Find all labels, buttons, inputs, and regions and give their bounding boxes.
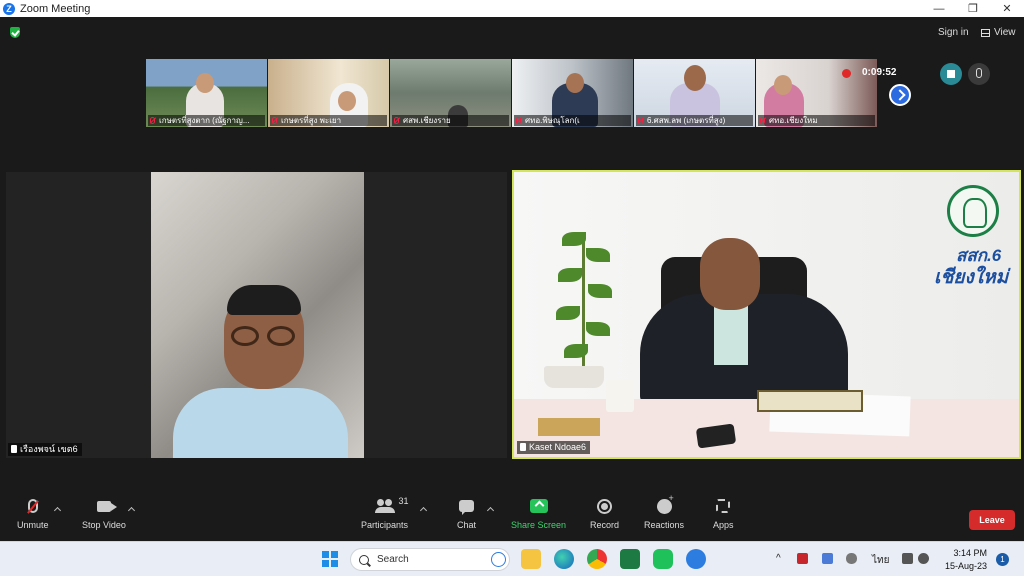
clock-time: 3:14 PM [953,548,988,558]
line-app-icon[interactable] [653,549,673,569]
organization-logo-text: เชียงใหม่ [934,267,1009,288]
participant-thumbnail[interactable]: ศทอ.เชียงใหม [756,59,877,127]
reactions-button[interactable]: Reactions [644,493,684,531]
search-icon [359,554,369,565]
participant-thumbnail[interactable]: เกษตรที่สูง พะเยา [268,59,389,127]
participant-name: 6.ศสพ.ลพ (เกษตรที่สูง) [636,115,753,126]
record-button[interactable]: Record [590,496,619,530]
participant-thumbnail[interactable]: ศทอ.พิษณุโลก(เ [512,59,633,127]
unmute-button[interactable]: Unmute [17,496,49,530]
organization-seal-icon [947,185,999,237]
windows-taskbar: Search ^ ไทย 3:14 PM 15-Aug-23 1 [0,541,1024,576]
chat-bubble-icon [459,500,474,515]
share-screen-icon [529,499,548,513]
chrome-browser-icon[interactable] [587,549,607,569]
muted-mic-icon [272,117,277,124]
participant-thumbnail[interactable]: ศสพ.เชียงราย [390,59,511,127]
apps-button[interactable]: Apps [713,496,734,530]
windows-start-icon[interactable] [322,551,338,567]
search-placeholder: Search [377,554,409,565]
muted-mic-icon [150,117,155,124]
video-tile-active-speaker[interactable]: สสก.6 เชียงใหม่ Kaset Ndoae6 [512,170,1021,459]
apps-icon [716,499,731,513]
grid-icon [981,28,990,37]
tray-app-icon[interactable] [797,553,808,564]
file-explorer-icon[interactable] [521,549,541,569]
muted-mic-icon [516,117,521,124]
video-options-chevron-icon[interactable] [127,506,136,515]
participants-icon [374,499,395,513]
system-clock[interactable]: 3:14 PM 15-Aug-23 [945,547,987,573]
excel-icon[interactable] [620,549,640,569]
bing-icon[interactable] [491,552,506,567]
stop-video-button[interactable]: Stop Video [82,496,126,530]
share-screen-button[interactable]: Share Screen [511,496,566,530]
muted-mic-icon [760,117,765,124]
tray-microphone-icon[interactable] [846,553,857,564]
recording-timer: 0:09:52 [862,67,897,78]
participant-name: ศทอ.พิษณุโลก(เ [514,115,631,126]
show-hidden-icons-chevron-icon[interactable]: ^ [776,553,781,564]
video-tile-left[interactable]: เรืองพจน์ เขต6 [6,172,507,458]
maximize-button[interactable]: ❐ [956,0,990,17]
muted-microphone-icon [27,499,38,513]
tray-security-icon[interactable] [822,553,833,564]
stop-recording-button[interactable] [940,63,962,85]
participant-name: เกษตรที่สูงตาก (ณัฐกาญ... [148,115,265,126]
network-icon[interactable] [902,553,913,564]
zoom-window: Z Zoom Meeting — ❐ ✕ Sign in View เกษตรท… [0,0,1024,576]
notification-badge[interactable]: 1 [996,553,1009,566]
participant-name-label: Kaset Ndoae6 [517,441,591,454]
encryption-shield-icon[interactable] [10,27,20,38]
next-page-arrow-icon[interactable] [889,84,911,106]
window-title: Zoom Meeting [20,2,91,15]
record-icon [597,498,612,514]
zoom-taskbar-icon[interactable] [686,549,706,569]
participant-thumbnail[interactable]: 6.ศสพ.ลพ (เกษตรที่สูง) [634,59,755,127]
smiley-icon [656,493,674,514]
participant-name: ศทอ.เชียงใหม [758,115,875,126]
input-language[interactable]: ไทย [872,553,889,568]
close-button[interactable]: ✕ [990,0,1024,17]
sign-in-link[interactable]: Sign in [938,27,969,38]
title-bar: Z Zoom Meeting — ❐ ✕ [0,0,1024,17]
edge-browser-icon[interactable] [554,549,574,569]
chat-button[interactable]: Chat [457,496,476,530]
leave-button[interactable]: Leave [969,510,1015,530]
taskbar-search-box[interactable]: Search [350,548,510,571]
meeting-toolbar: Unmute Stop Video 31 Participants Chat S… [0,493,1024,540]
participant-name-label: เรืองพจน์ เขต6 [8,443,82,456]
participants-options-chevron-icon[interactable] [419,506,428,515]
zoom-logo-icon: Z [3,2,15,15]
participant-name: เกษตรที่สูง พะเยา [270,115,387,126]
clock-date: 15-Aug-23 [945,561,988,571]
pin-icon [11,445,17,453]
audio-options-chevron-icon[interactable] [53,506,62,515]
volume-icon[interactable] [918,553,929,564]
pin-icon [520,443,526,451]
minimize-button[interactable]: — [922,0,956,17]
participants-button[interactable]: 31 Participants [361,496,409,530]
pause-recording-button[interactable] [968,63,990,85]
muted-mic-icon [638,117,643,124]
participant-thumbnail[interactable]: เกษตรที่สูงตาก (ณัฐกาญ... [146,59,267,127]
recording-indicator-icon [842,69,851,78]
muted-mic-icon [394,117,399,124]
participant-video [151,172,364,458]
view-button[interactable]: View [981,27,1016,38]
chat-options-chevron-icon[interactable] [486,506,495,515]
video-camera-icon [96,500,117,512]
participant-name: ศสพ.เชียงราย [392,115,509,126]
view-label: View [994,27,1016,38]
